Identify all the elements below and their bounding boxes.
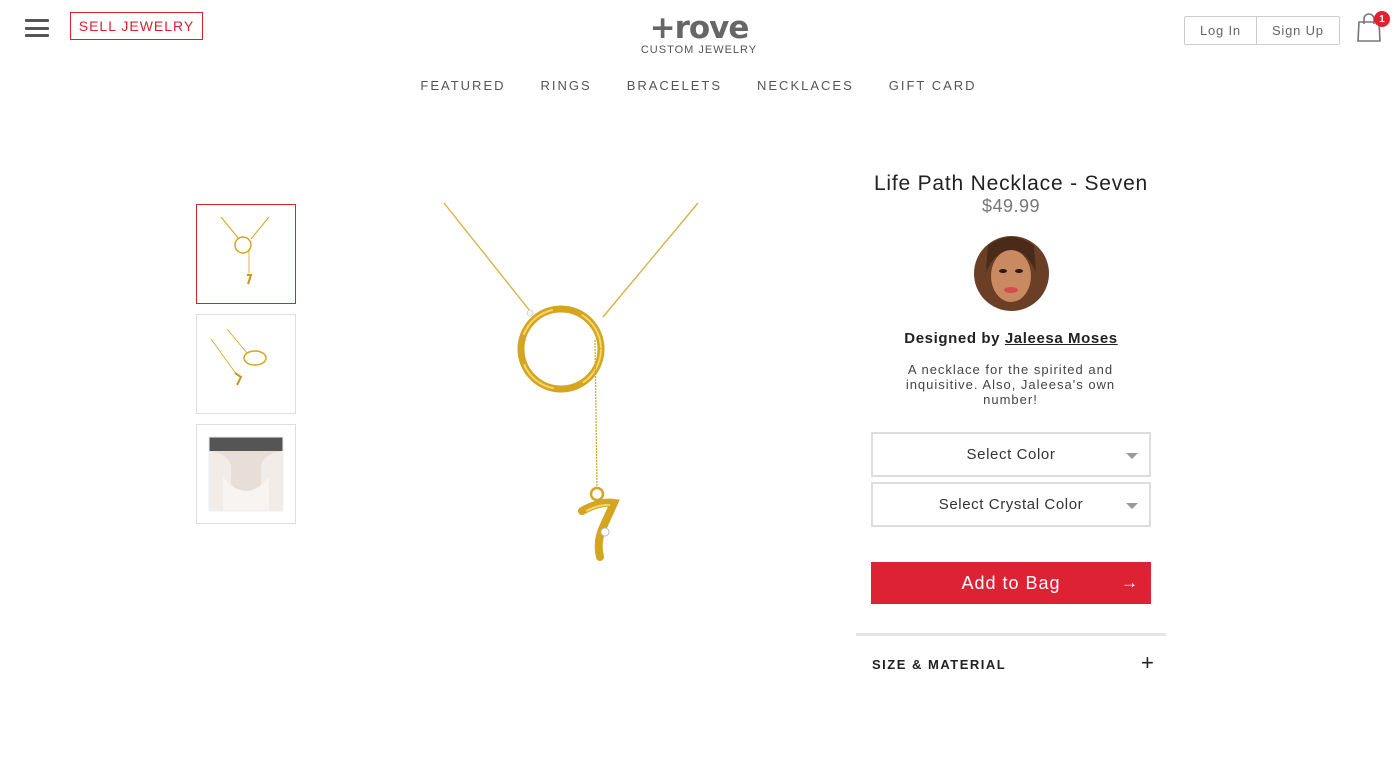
login-button[interactable]: Log In xyxy=(1185,17,1257,44)
designer-link[interactable]: Jaleesa Moses xyxy=(1005,330,1118,347)
nav-featured[interactable]: FEATURED xyxy=(420,78,505,93)
section-divider xyxy=(856,633,1166,636)
thumbnail-2[interactable] xyxy=(196,314,296,414)
product-title: Life Path Necklace - Seven xyxy=(873,172,1149,195)
size-material-toggle[interactable]: SIZE & MATERIAL xyxy=(872,657,1156,672)
select-color-label: Select Color xyxy=(966,446,1056,463)
nav-necklaces[interactable]: NECKLACES xyxy=(757,78,854,93)
nav-bracelets[interactable]: BRACELETS xyxy=(627,78,722,93)
product-price: $49.99 xyxy=(981,196,1041,216)
select-color-dropdown[interactable]: Select Color xyxy=(871,432,1151,477)
add-to-bag-button[interactable]: Add to Bag → xyxy=(871,562,1151,604)
cart-count-badge: 1 xyxy=(1374,11,1390,27)
nav-gift-card[interactable]: GIFT CARD xyxy=(889,78,977,93)
plus-icon[interactable]: + xyxy=(1141,650,1154,676)
model-wearing-thumbnail xyxy=(208,436,284,512)
thumbnail-3[interactable] xyxy=(196,424,296,524)
product-description: A necklace for the spirited and inquisit… xyxy=(905,362,1116,407)
necklace-side-thumbnail xyxy=(210,328,267,386)
logo-wordmark: +rove xyxy=(649,10,750,46)
designed-by: Designed by Jaleesa Moses xyxy=(856,330,1166,347)
chevron-down-icon xyxy=(1126,453,1138,459)
select-crystal-label: Select Crystal Color xyxy=(938,496,1084,513)
sell-jewelry-button[interactable]: SELL JEWELRY xyxy=(70,12,203,40)
select-crystal-dropdown[interactable]: Select Crystal Color xyxy=(871,482,1151,527)
necklace-front-thumbnail xyxy=(220,216,270,285)
auth-buttons: Log In Sign Up xyxy=(1184,16,1340,45)
add-to-bag-label: Add to Bag xyxy=(961,572,1061,593)
designed-by-label: Designed by xyxy=(904,330,1001,347)
chevron-down-icon xyxy=(1126,503,1138,509)
nav-rings[interactable]: RINGS xyxy=(541,78,592,93)
product-main-image xyxy=(443,202,699,561)
logo-tagline: CUSTOM JEWELRY xyxy=(640,44,758,56)
logo[interactable]: +rove CUSTOM JEWELRY xyxy=(640,12,758,56)
signup-button[interactable]: Sign Up xyxy=(1257,17,1339,44)
thumbnail-1[interactable] xyxy=(196,204,296,304)
designer-avatar[interactable] xyxy=(974,236,1049,311)
arrow-right-icon: → xyxy=(1121,573,1139,592)
main-nav: FEATURED RINGS BRACELETS NECKLACES GIFT … xyxy=(0,78,1397,93)
menu-icon[interactable] xyxy=(25,19,49,37)
